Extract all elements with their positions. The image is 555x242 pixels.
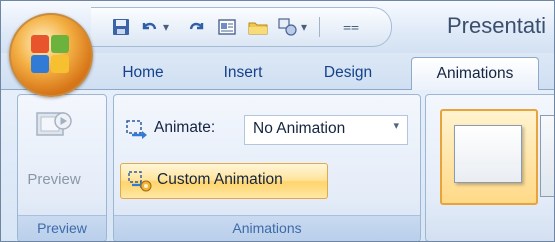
- undo-icon[interactable]: [139, 17, 161, 37]
- print-preview-icon[interactable]: [217, 17, 239, 37]
- quick-access-toolbar: ▾ ▾ ⩵: [91, 7, 392, 47]
- preview-group-label: Preview: [18, 215, 106, 241]
- animations-group-label: Animations: [114, 215, 420, 241]
- open-folder-icon[interactable]: [247, 17, 269, 37]
- preview-button-label: Preview: [27, 171, 81, 188]
- transition-thumbnail-image: [454, 125, 522, 183]
- chevron-down-icon: ▾: [393, 119, 399, 132]
- custom-animation-icon: [128, 171, 152, 192]
- preview-group: Preview Preview: [17, 94, 107, 241]
- transition-thumbnail-next[interactable]: [540, 115, 554, 197]
- animate-dropdown[interactable]: No Animation ▾: [244, 115, 408, 145]
- redo-icon[interactable]: [187, 17, 209, 37]
- animate-label: Animate:: [154, 119, 216, 136]
- tab-animations[interactable]: Animations: [411, 57, 539, 91]
- tab-insert[interactable]: Insert: [209, 57, 277, 89]
- animate-dropdown-value: No Animation: [253, 120, 346, 137]
- undo-dropdown-icon[interactable]: ▾: [163, 19, 169, 35]
- shapes-icon[interactable]: [277, 17, 299, 37]
- custom-animation-label: Custom Animation: [157, 171, 283, 188]
- shapes-dropdown-icon[interactable]: ▾: [301, 19, 307, 35]
- tab-home[interactable]: Home: [107, 57, 179, 89]
- preview-button[interactable]: Preview: [22, 101, 86, 193]
- transition-gallery-group: [425, 94, 554, 241]
- animate-icon: [126, 120, 147, 139]
- transition-thumbnail-no-transition[interactable]: [440, 109, 538, 205]
- customize-qat-icon[interactable]: ⩵: [343, 19, 359, 35]
- office-button[interactable]: [9, 13, 93, 97]
- window-title: Presentati: [447, 13, 547, 38]
- save-icon[interactable]: [111, 17, 133, 37]
- custom-animation-button[interactable]: Custom Animation: [120, 163, 328, 199]
- animations-group: Animate: No Animation ▾ Custom Animation…: [113, 94, 421, 241]
- qat-separator: [319, 17, 320, 37]
- office-logo-icon: [31, 35, 69, 73]
- ribbon-body: Preview Preview Animate: No Animation ▾: [1, 90, 554, 241]
- preview-icon: [36, 112, 72, 136]
- tab-design[interactable]: Design: [309, 57, 387, 89]
- powerpoint-window: ▾ ▾ ⩵ Presentati Home Insert Design Anim…: [0, 0, 555, 242]
